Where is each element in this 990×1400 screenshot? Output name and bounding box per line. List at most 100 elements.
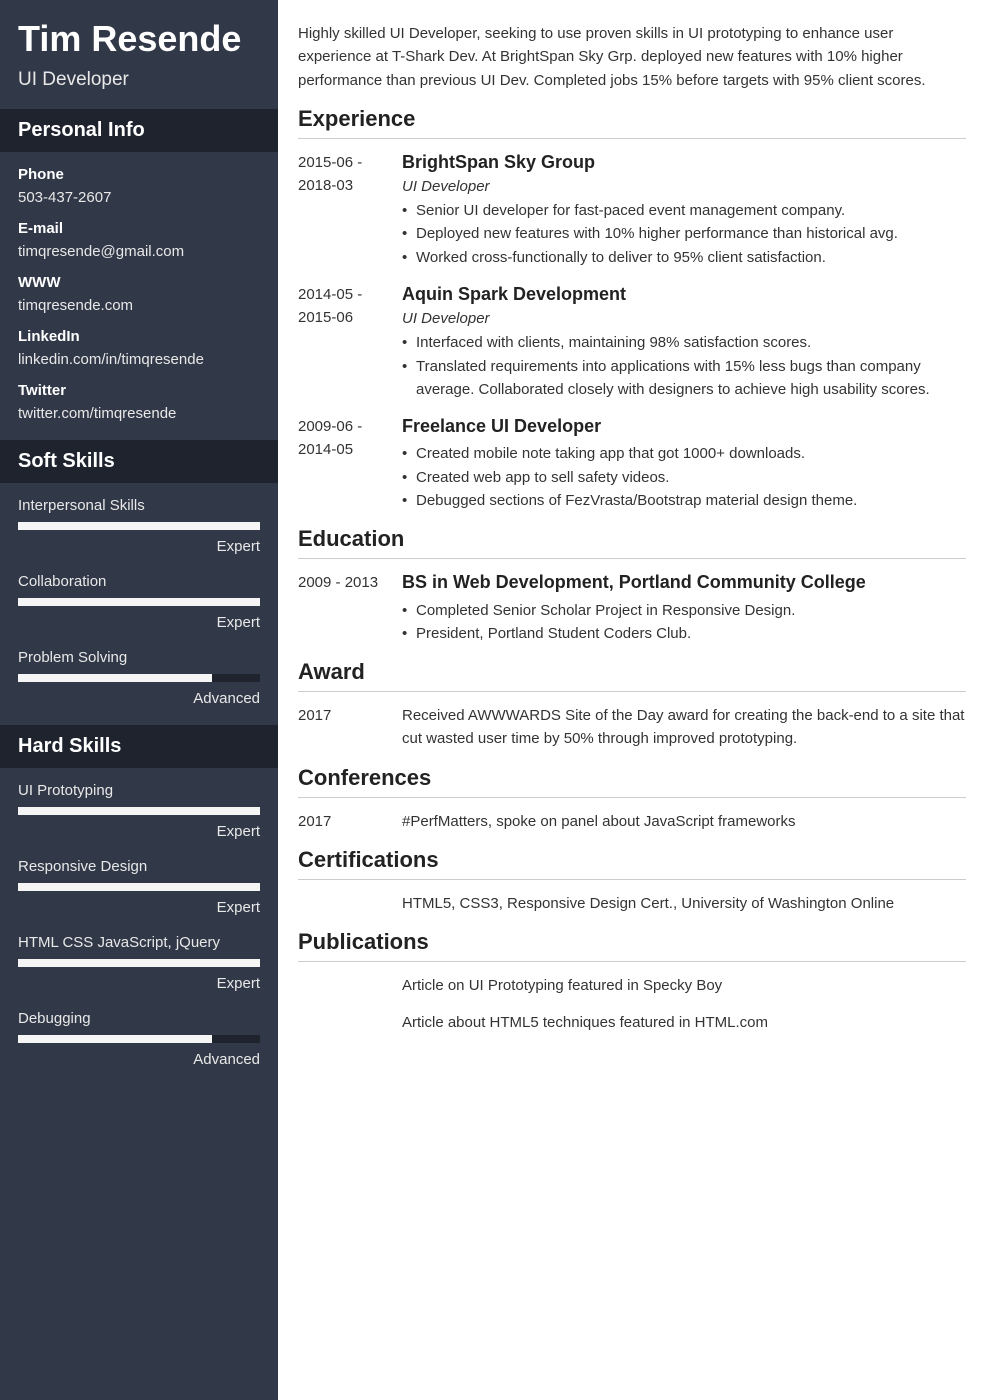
entry-text: Received AWWWARDS Site of the Day award … [402, 704, 966, 751]
entry-bullets: Senior UI developer for fast-paced event… [402, 199, 966, 269]
info-item: E-mail timqresende@gmail.com [18, 220, 260, 260]
education-section: Education 2009 - 2013 BS in Web Developm… [298, 526, 966, 645]
skill-item: Problem Solving Advanced [18, 649, 260, 707]
bullet: Created mobile note taking app that got … [402, 442, 966, 465]
skill-fill [18, 674, 212, 682]
entry-company: BrightSpan Sky Group [402, 151, 966, 174]
entry-dates: 2015-06 - 2018-03 [298, 151, 402, 269]
skill-item: HTML CSS JavaScript, jQuery Expert [18, 934, 260, 992]
skill-fill [18, 1035, 212, 1043]
skill-level: Expert [18, 538, 260, 555]
skill-level: Expert [18, 899, 260, 916]
skill-fill [18, 807, 260, 815]
info-label: Phone [18, 166, 260, 183]
entry-bullets: Created mobile note taking app that got … [402, 442, 966, 512]
sidebar-header: Tim Resende UI Developer [0, 0, 278, 109]
certifications-heading: Certifications [298, 847, 966, 880]
entry-text: Article on UI Prototyping featured in Sp… [402, 974, 966, 997]
publications-section: Publications Article on UI Prototyping f… [298, 929, 966, 1035]
skill-bar [18, 1035, 260, 1043]
bullet: Translated requirements into application… [402, 355, 966, 402]
award-heading: Award [298, 659, 966, 692]
info-value: timqresende.com [18, 297, 260, 314]
entry-bullets: Interfaced with clients, maintaining 98%… [402, 331, 966, 401]
education-heading: Education [298, 526, 966, 559]
entry-role: UI Developer [402, 310, 966, 327]
skill-fill [18, 522, 260, 530]
entry-body: Article on UI Prototyping featured in Sp… [402, 974, 966, 997]
skill-fill [18, 598, 260, 606]
skill-item: Collaboration Expert [18, 573, 260, 631]
person-name: Tim Resende [18, 18, 260, 59]
entry-dates [298, 974, 402, 997]
entry-dates: 2017 [298, 704, 402, 751]
experience-entry: 2014-05 - 2015-06 Aquin Spark Developmen… [298, 283, 966, 401]
main-content: Highly skilled UI Developer, seeking to … [278, 0, 990, 1400]
skill-name: Responsive Design [18, 858, 260, 875]
skill-name: Debugging [18, 1010, 260, 1027]
skill-fill [18, 883, 260, 891]
experience-section: Experience 2015-06 - 2018-03 BrightSpan … [298, 106, 966, 512]
bullet: Completed Senior Scholar Project in Resp… [402, 599, 966, 622]
entry-dates: 2017 [298, 810, 402, 833]
skill-name: HTML CSS JavaScript, jQuery [18, 934, 260, 951]
entry: Article on UI Prototyping featured in Sp… [298, 974, 966, 997]
hard-skills-body: UI Prototyping Expert Responsive Design E… [0, 768, 278, 1086]
skill-level: Expert [18, 614, 260, 631]
skill-fill [18, 959, 260, 967]
info-item: WWW timqresende.com [18, 274, 260, 314]
info-item: LinkedIn linkedin.com/in/timqresende [18, 328, 260, 368]
info-label: E-mail [18, 220, 260, 237]
hard-skills-heading: Hard Skills [0, 725, 278, 768]
person-title: UI Developer [18, 69, 260, 91]
certifications-section: Certifications HTML5, CSS3, Responsive D… [298, 847, 966, 915]
info-value: twitter.com/timqresende [18, 405, 260, 422]
conferences-heading: Conferences [298, 765, 966, 798]
info-item: Phone 503-437-2607 [18, 166, 260, 206]
entry-company: Freelance UI Developer [402, 415, 966, 438]
award-section: Award 2017 Received AWWWARDS Site of the… [298, 659, 966, 751]
entry-text: HTML5, CSS3, Responsive Design Cert., Un… [402, 892, 966, 915]
entry: Article about HTML5 techniques featured … [298, 1011, 966, 1034]
entry-role: UI Developer [402, 178, 966, 195]
skill-name: Problem Solving [18, 649, 260, 666]
sidebar: Tim Resende UI Developer Personal Info P… [0, 0, 278, 1400]
info-label: WWW [18, 274, 260, 291]
entry-body: Article about HTML5 techniques featured … [402, 1011, 966, 1034]
skill-bar [18, 674, 260, 682]
soft-skills-heading: Soft Skills [0, 440, 278, 483]
skill-bar [18, 883, 260, 891]
entry-text: Article about HTML5 techniques featured … [402, 1011, 966, 1034]
entry-body: Aquin Spark Development UI Developer Int… [402, 283, 966, 401]
skill-bar [18, 598, 260, 606]
entry-text: #PerfMatters, spoke on panel about JavaS… [402, 810, 966, 833]
skill-level: Advanced [18, 1051, 260, 1068]
entry-bullets: Completed Senior Scholar Project in Resp… [402, 599, 966, 646]
skill-item: Responsive Design Expert [18, 858, 260, 916]
entry-body: HTML5, CSS3, Responsive Design Cert., Un… [402, 892, 966, 915]
info-label: LinkedIn [18, 328, 260, 345]
bullet: Interfaced with clients, maintaining 98%… [402, 331, 966, 354]
entry-body: BrightSpan Sky Group UI Developer Senior… [402, 151, 966, 269]
soft-skills-body: Interpersonal Skills Expert Collaboration… [0, 483, 278, 725]
entry-body: BS in Web Development, Portland Communit… [402, 571, 966, 645]
skill-bar [18, 522, 260, 530]
bullet: Created web app to sell safety videos. [402, 466, 966, 489]
entry-body: Freelance UI Developer Created mobile no… [402, 415, 966, 512]
skill-name: Collaboration [18, 573, 260, 590]
info-value: 503-437-2607 [18, 189, 260, 206]
entry-dates: 2009 - 2013 [298, 571, 402, 645]
entry: 2017 #PerfMatters, spoke on panel about … [298, 810, 966, 833]
entry-dates [298, 1011, 402, 1034]
entry-body: #PerfMatters, spoke on panel about JavaS… [402, 810, 966, 833]
skill-item: UI Prototyping Expert [18, 782, 260, 840]
info-item: Twitter twitter.com/timqresende [18, 382, 260, 422]
publications-heading: Publications [298, 929, 966, 962]
skill-bar [18, 959, 260, 967]
info-value: timqresende@gmail.com [18, 243, 260, 260]
experience-heading: Experience [298, 106, 966, 139]
entry-dates: 2014-05 - 2015-06 [298, 283, 402, 401]
bullet: President, Portland Student Coders Club. [402, 622, 966, 645]
skill-item: Interpersonal Skills Expert [18, 497, 260, 555]
bullet: Senior UI developer for fast-paced event… [402, 199, 966, 222]
